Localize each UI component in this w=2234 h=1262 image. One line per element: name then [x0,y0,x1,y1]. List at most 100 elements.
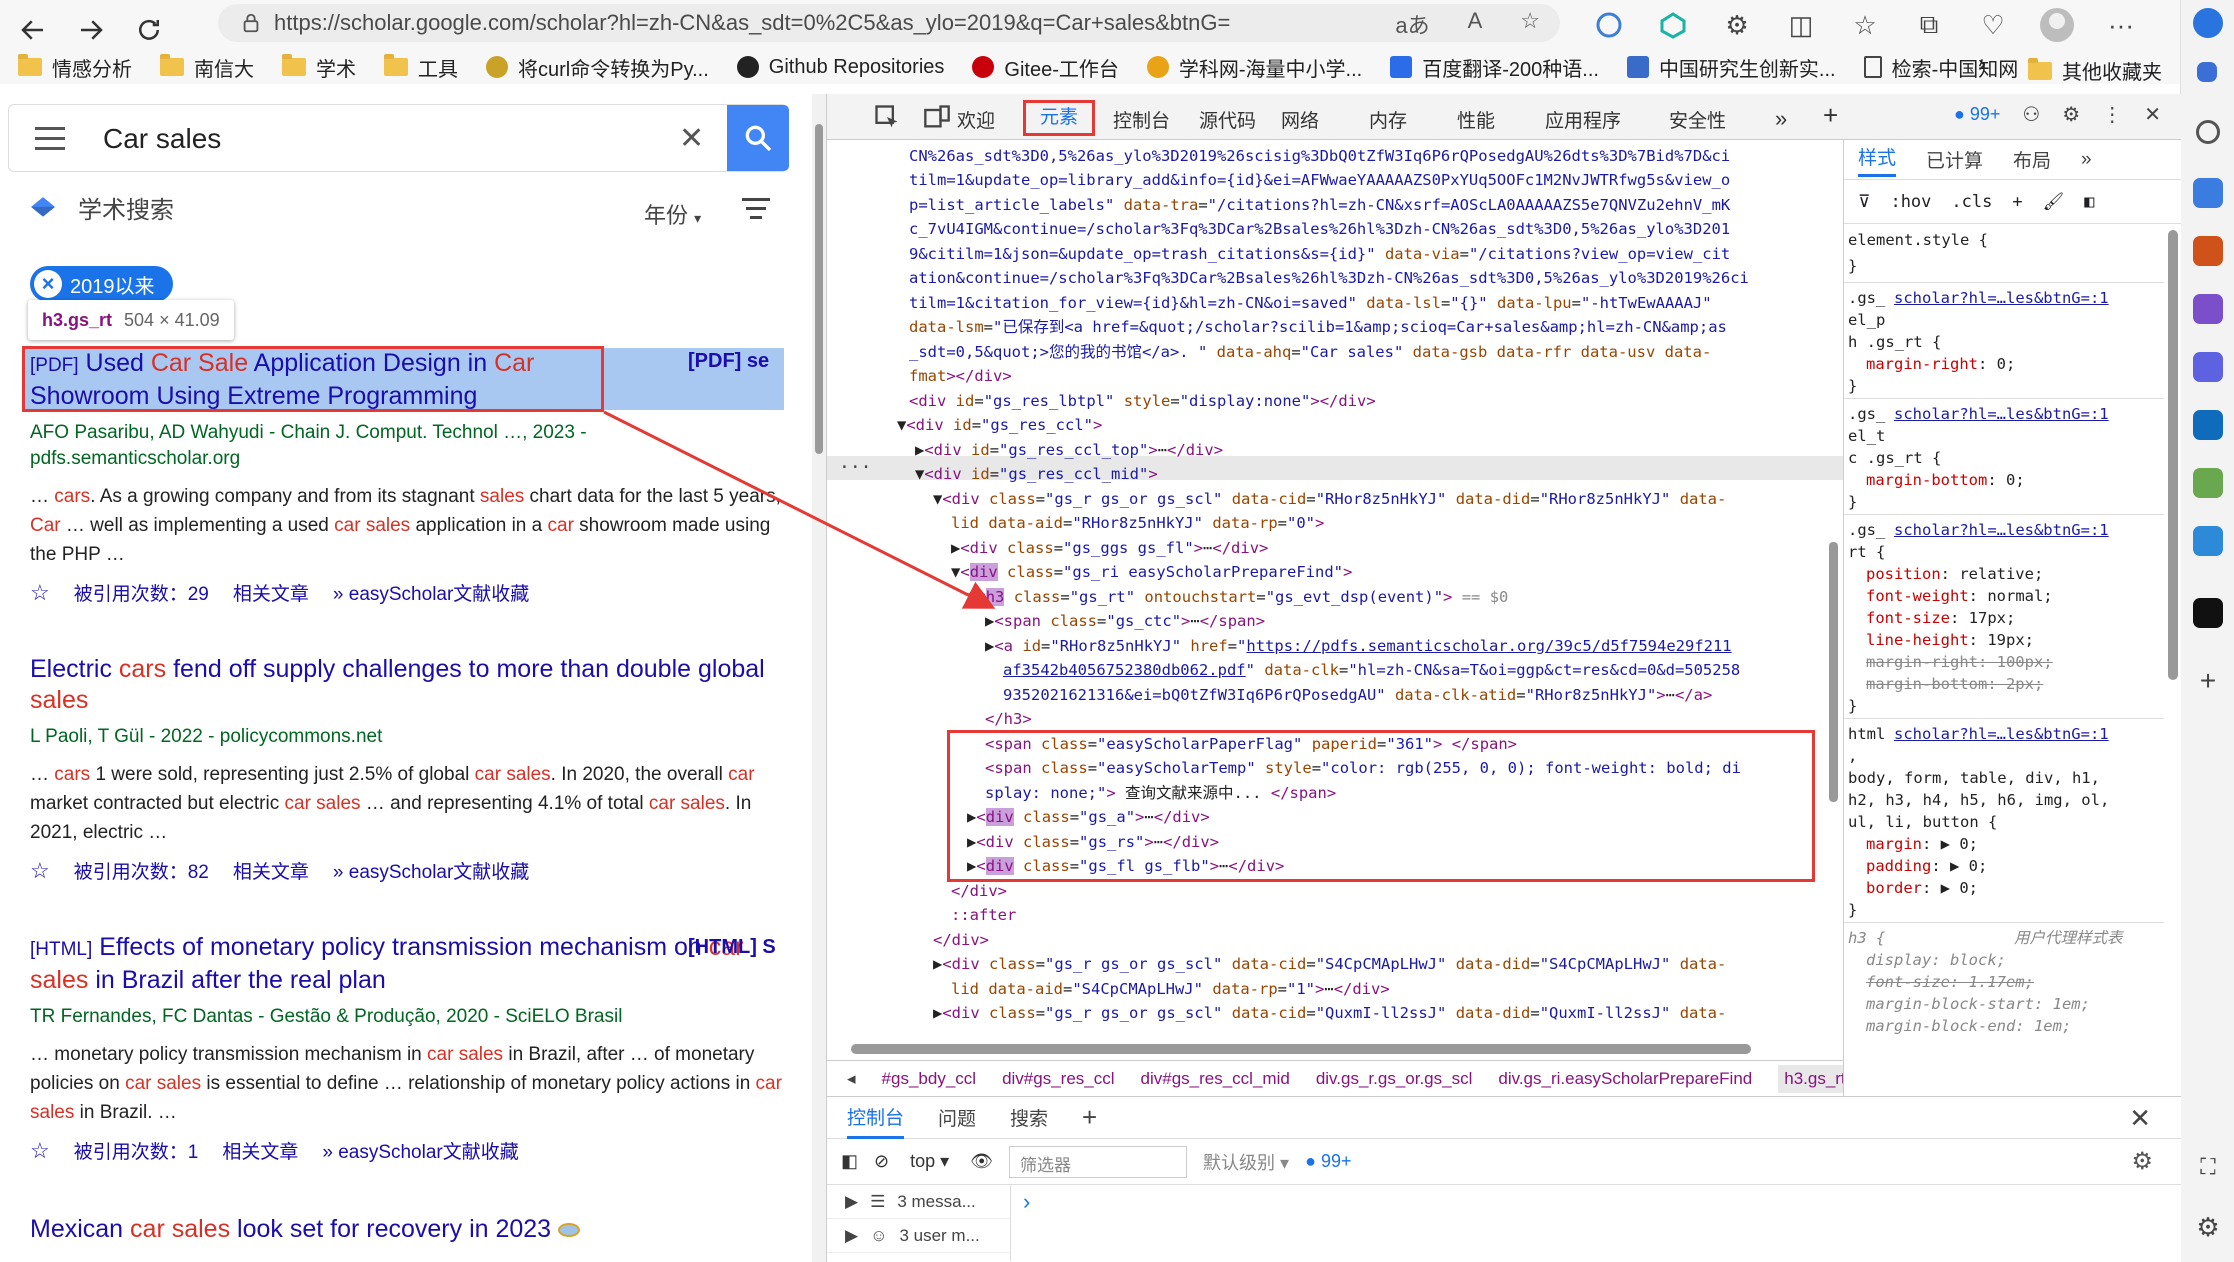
dom-node[interactable]: ▶<div class="gs_r gs_or gs_scl" data-cid… [933,1001,1726,1026]
save-star-icon[interactable]: ☆ [30,1138,50,1164]
tab-console[interactable]: 控制台 [1113,106,1170,133]
css-line[interactable]: html [1848,724,1885,746]
bookmark-link[interactable]: Gitee-工作台 [972,53,1119,82]
scrollbar-thumb[interactable] [815,124,823,454]
tab-memory[interactable]: 内存 [1369,106,1407,133]
dom-node[interactable]: ▶<div class="gs_r gs_or gs_scl" data-cid… [933,952,1726,977]
paint-icon[interactable]: 🖌 [2043,192,2065,212]
css-source-link[interactable]: scholar?hl=…les&btnG=:1 [1894,520,2109,542]
scrollbar-thumb[interactable] [851,1044,1751,1054]
bookmark-link[interactable]: 检索-中国知网 [1863,53,2018,82]
people-icon[interactable] [2193,294,2223,324]
search-button[interactable] [727,105,789,171]
favorite-star-icon[interactable]: ☆ [1520,8,1540,40]
heart-health-icon[interactable]: ♡ [1974,6,2012,44]
breadcrumb-item-current[interactable]: h3.gs_rt [1778,1064,1843,1093]
filter-icon[interactable]: ⊽ [1858,192,1870,212]
dom-node[interactable]: ▼<div id="gs_res_ccl"> [897,413,1102,438]
css-line[interactable]: element.style { [1848,230,1988,252]
dom-horizontal-scrollbar[interactable] [841,1042,1827,1056]
page-scrollbar[interactable] [812,94,826,1262]
close-drawer-icon[interactable]: ✕ [2129,1103,2151,1134]
css-property[interactable]: margin-right: 0; [1866,354,2015,376]
settings-gear-icon[interactable]: ⚙ [2062,102,2080,127]
forward-button[interactable] [66,5,116,55]
edit-icon[interactable] [2193,468,2223,498]
drawer-tab-issues[interactable]: 问题 [938,1104,976,1131]
breadcrumb-left-icon[interactable]: ◂ [847,1069,856,1089]
dom-node[interactable]: ▶<span class="gs_ctc">⋯</span> [985,609,1265,634]
cited-by-link[interactable]: 被引用次数：29 [74,579,209,606]
extension-icon-2[interactable] [1654,6,1692,44]
node-options-dots-icon[interactable]: ··· [839,456,872,481]
tab-application[interactable]: 应用程序 [1545,106,1621,133]
easyscholar-link[interactable]: » easyScholar文献收藏 [322,1137,518,1164]
search-input[interactable] [103,119,603,159]
dom-node[interactable]: ▶<a id="RHor8z5nHkYJ" href="https://pdfs… [985,634,1732,659]
tab-sources[interactable]: 源代码 [1199,106,1256,133]
device-toolbar-icon[interactable] [923,103,951,131]
css-line[interactable]: .gs_ [1848,288,1885,310]
bookmarks-overflow-chevron-icon[interactable]: › [1978,50,1986,78]
console-filter-input[interactable]: 筛选器 [1009,1145,1188,1178]
tab-computed[interactable]: 已计算 [1926,146,1983,173]
year-filter-dropdown[interactable]: 年份 ▾ [644,198,701,230]
breadcrumb-item[interactable]: #gs_bdy_ccl [882,1069,977,1089]
css-property[interactable]: padding: ▶ 0; [1866,856,1987,878]
css-property[interactable]: border: ▶ 0; [1866,878,1978,900]
text-size-icon[interactable]: A [1468,8,1483,40]
css-property[interactable]: line-height: 19px; [1866,630,2034,652]
breadcrumb-item[interactable]: div#gs_res_ccl_mid [1141,1069,1290,1089]
related-articles-link[interactable]: 相关文章 [233,579,309,606]
css-property[interactable]: margin-bottom: 2px; [1866,674,2043,696]
bookmark-folder[interactable]: 情感分析 [18,53,132,82]
back-button[interactable] [8,5,58,55]
screenshot-icon[interactable]: ⛶ [2193,1152,2223,1182]
dom-node[interactable]: ▼<div class="gs_ri easyScholarPrepareFin… [951,560,1352,585]
favorites-icon[interactable]: ☆ [1846,6,1884,44]
easyscholar-link[interactable]: » easyScholar文献收藏 [333,579,529,606]
more-menu-icon[interactable]: ··· [2102,6,2140,44]
add-icon[interactable]: + [2193,666,2223,696]
read-aloud-icon[interactable]: aあ [1395,8,1429,40]
tab-performance[interactable]: 性能 [1457,106,1495,133]
context-select[interactable]: top ▾ [905,1148,954,1175]
bookmark-link[interactable]: Github Repositories [736,56,944,79]
other-bookmarks-folder[interactable]: 其他收藏夹 [2028,56,2162,85]
css-line[interactable]: .gs_ [1848,520,1885,542]
scrollbar-thumb[interactable] [1829,542,1838,802]
address-bar[interactable]: https://scholar.google.com/scholar?hl=zh… [218,4,1560,42]
bookmark-link[interactable]: 学科网-海量中小学... [1146,53,1362,82]
css-property[interactable]: margin: ▶ 0; [1866,834,1978,856]
issues-badge[interactable]: ● 99+ [1954,104,2000,125]
console-prompt-chevron-icon[interactable]: › [1023,1189,1030,1215]
split-screen-icon[interactable]: ◫ [1782,6,1820,44]
css-property[interactable]: font-weight: normal; [1866,586,2053,608]
bookmark-link[interactable]: 中国研究生创新实... [1626,53,1836,82]
remove-filter-icon[interactable]: × [34,270,62,298]
tab-welcome[interactable]: 欢迎 [957,106,995,133]
css-source-link[interactable]: scholar?hl=…les&btnG=:1 [1894,404,2109,426]
clear-search-icon[interactable]: ✕ [679,121,704,156]
css-source-link[interactable]: scholar?hl=…les&btnG=:1 [1894,288,2109,310]
tag-icon[interactable] [2193,178,2223,208]
scholar-brand[interactable]: 学术搜索 [30,190,174,225]
cited-by-link[interactable]: 被引用次数：1 [74,1137,199,1164]
related-articles-link[interactable]: 相关文章 [233,857,309,884]
more-tabs-chevron-icon[interactable]: » [1775,106,1787,132]
dom-node[interactable]: ▼<h3 class="gs_rt" ontouchstart="gs_evt_… [967,585,1508,610]
easyscholar-link[interactable]: » easyScholar文献收藏 [333,857,529,884]
styles-scrollbar-thumb[interactable] [2168,230,2178,680]
drawer-tab-console[interactable]: 控制台 [847,1097,905,1139]
drawer-tab-search[interactable]: 搜索 [1010,1104,1048,1131]
css-line[interactable]: .gs_ [1848,404,1885,426]
tab-elements[interactable]: 元素 [1023,100,1096,136]
sidebar-item-icon[interactable] [2197,62,2217,82]
tab-network[interactable]: 网络 [1281,106,1319,133]
console-sidebar-item[interactable]: ▶ ☺ 3 user m... [827,1219,1010,1253]
date-filter-chip[interactable]: × 2019以来 [30,266,173,302]
search-icon[interactable] [2196,120,2220,144]
html-side-link[interactable]: [HTML] S [688,936,776,959]
bookmark-folder[interactable]: 南信大 [160,53,254,82]
css-property[interactable]: font-size: 17px; [1866,608,2015,630]
